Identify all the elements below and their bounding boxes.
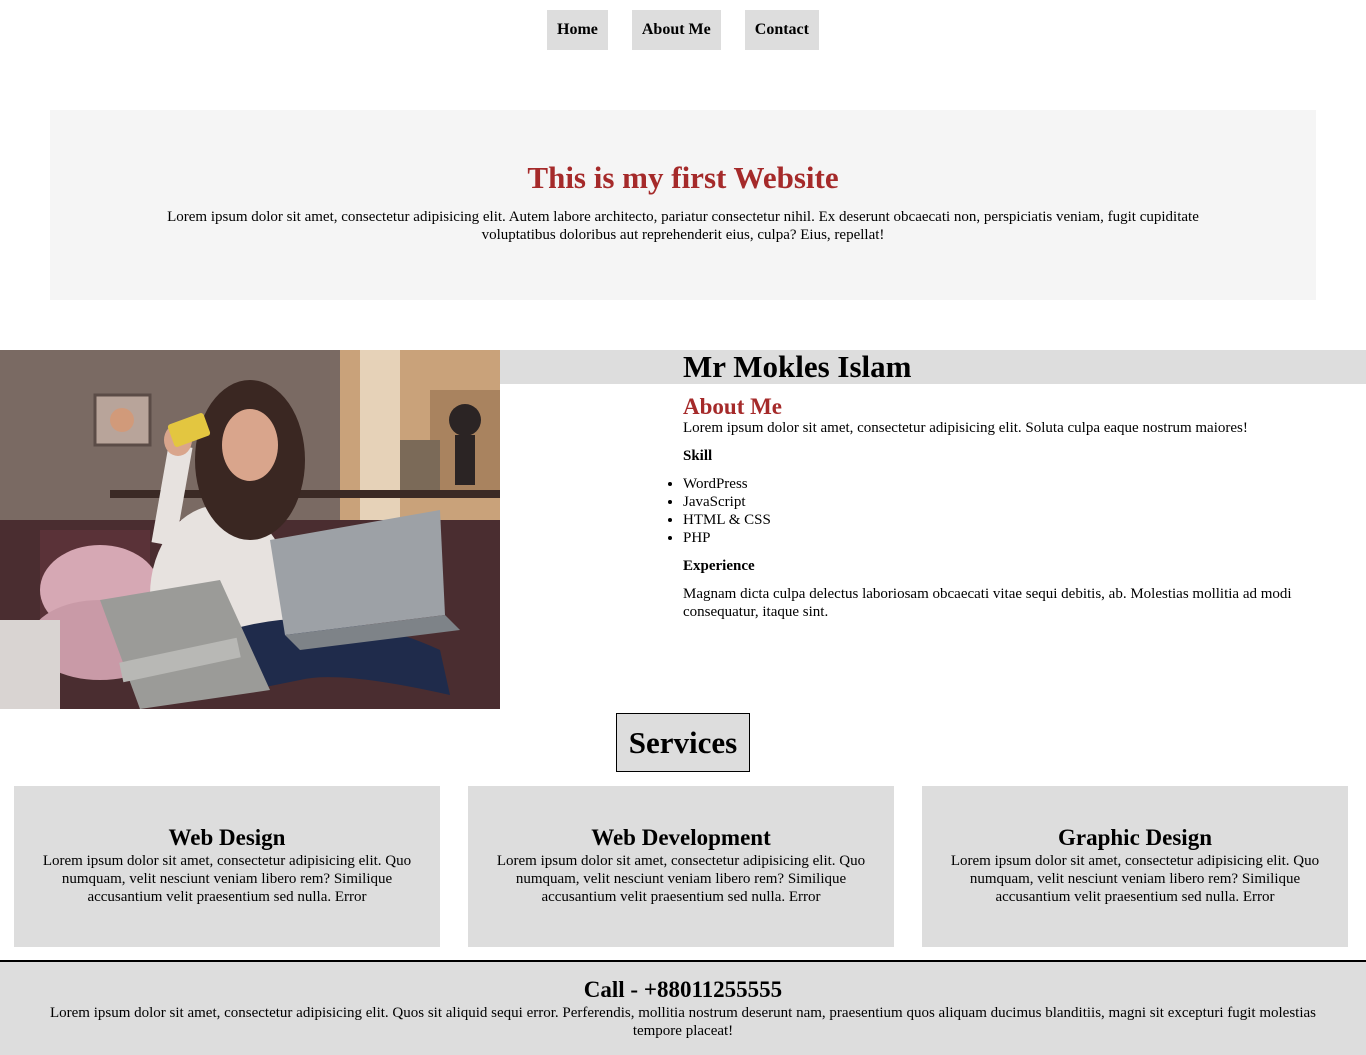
about-heading: About Me bbox=[683, 394, 783, 419]
profile-photo bbox=[0, 350, 500, 709]
about-intro: Lorem ipsum dolor sit amet, consectetur … bbox=[683, 420, 1248, 436]
nav-about-link[interactable]: About Me bbox=[631, 10, 721, 50]
footer-text: Lorem ipsum dolor sit amet, consectetur … bbox=[49, 1005, 1316, 1039]
service-title: Graphic Design bbox=[1058, 825, 1212, 850]
service-card-web-design: Web Design Lorem ipsum dolor sit amet, c… bbox=[14, 786, 440, 947]
service-card-web-development: Web Development Lorem ipsum dolor sit am… bbox=[468, 786, 894, 947]
nav-home-link[interactable]: Home bbox=[547, 10, 608, 50]
service-title: Web Development bbox=[591, 825, 771, 850]
footer-call: Call - +88011255555 bbox=[583, 977, 783, 1002]
main-nav: Home About Me Contact bbox=[0, 10, 1366, 50]
skill-heading: Skill bbox=[683, 448, 713, 464]
experience-heading: Experience bbox=[683, 558, 755, 574]
service-text: Lorem ipsum dolor sit amet, consectetur … bbox=[950, 853, 1320, 905]
hero-title: This is my first Website bbox=[527, 160, 839, 195]
list-item: JavaScript bbox=[683, 493, 1343, 511]
skills-list: WordPress JavaScript HTML & CSS PHP bbox=[683, 475, 1343, 547]
service-title: Web Design bbox=[168, 825, 286, 850]
nav-contact-link[interactable]: Contact bbox=[744, 10, 819, 50]
list-item: HTML & CSS bbox=[683, 511, 1343, 529]
service-text: Lorem ipsum dolor sit amet, consectetur … bbox=[42, 853, 412, 905]
footer: Call - +88011255555 Lorem ipsum dolor si… bbox=[0, 960, 1366, 1055]
list-item: PHP bbox=[683, 529, 1343, 547]
service-card-graphic-design: Graphic Design Lorem ipsum dolor sit ame… bbox=[922, 786, 1348, 947]
service-text: Lorem ipsum dolor sit amet, consectetur … bbox=[496, 853, 866, 905]
experience-text: Magnam dicta culpa delectus laboriosam o… bbox=[683, 586, 1292, 620]
hero-text: Lorem ipsum dolor sit amet, consectetur … bbox=[167, 209, 1199, 243]
about-section: Mr Mokles Islam About Me Lorem ipsum dol… bbox=[683, 350, 1343, 621]
hero-section: This is my first Website Lorem ipsum dol… bbox=[50, 110, 1316, 300]
list-item: WordPress bbox=[683, 475, 1343, 493]
services-title: Services bbox=[616, 713, 750, 772]
profile-name: Mr Mokles Islam bbox=[683, 349, 912, 384]
